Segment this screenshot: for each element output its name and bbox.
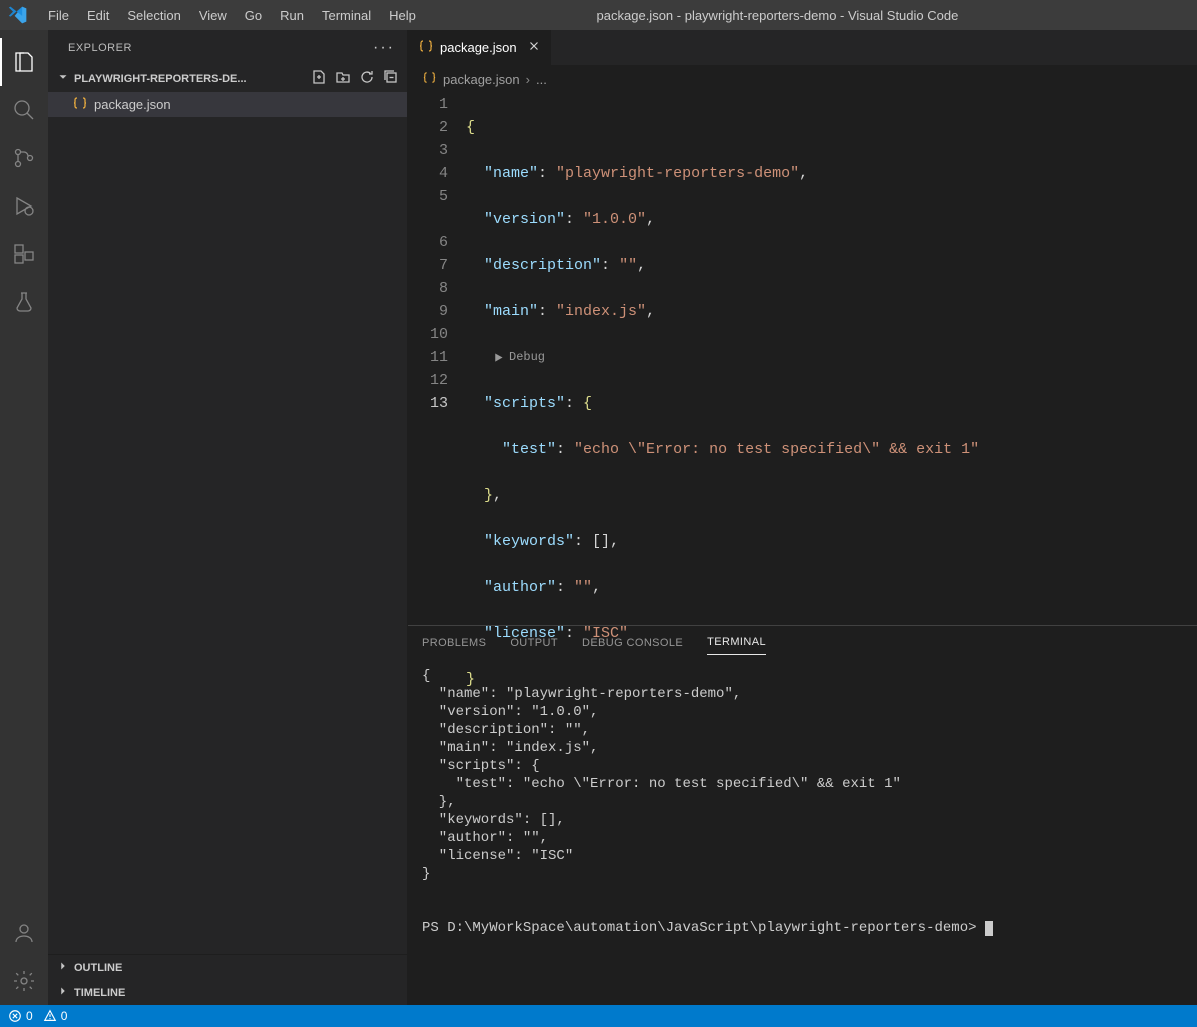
status-bar: 0 0 xyxy=(0,1005,1197,1027)
activity-settings-icon[interactable] xyxy=(0,957,48,1005)
code-editor[interactable]: 1 2 3 4 5 6 7 8 9 10 11 12 13 { "name": … xyxy=(408,93,1197,625)
status-errors[interactable]: 0 xyxy=(8,1009,33,1023)
code-content[interactable]: { "name": "playwright-reporters-demo", "… xyxy=(466,93,1197,625)
chevron-right-icon xyxy=(56,959,70,976)
json-file-icon xyxy=(422,70,437,88)
outline-section[interactable]: OUTLINE xyxy=(48,955,407,980)
breadcrumb-tail: ... xyxy=(536,72,547,87)
breadcrumb-file: package.json xyxy=(443,72,520,87)
menu-edit[interactable]: Edit xyxy=(79,4,117,27)
titlebar: File Edit Selection View Go Run Terminal… xyxy=(0,0,1197,30)
workspace-folder-name: PLAYWRIGHT-REPORTERS-DE... xyxy=(74,73,247,85)
json-file-icon xyxy=(418,38,434,57)
menu-terminal[interactable]: Terminal xyxy=(314,4,379,27)
codelens-debug[interactable]: Debug xyxy=(466,346,1197,369)
activity-explorer-icon[interactable] xyxy=(0,38,48,86)
activity-account-icon[interactable] xyxy=(0,909,48,957)
menu-help[interactable]: Help xyxy=(381,4,424,27)
chevron-down-icon xyxy=(56,70,70,87)
editor-group: package.json package.json › ... 1 2 3 4 … xyxy=(408,30,1197,1005)
menu-run[interactable]: Run xyxy=(272,4,312,27)
menu-go[interactable]: Go xyxy=(237,4,270,27)
breadcrumbs[interactable]: package.json › ... xyxy=(408,65,1197,93)
json-file-icon xyxy=(72,95,88,114)
line-gutter: 1 2 3 4 5 6 7 8 9 10 11 12 13 xyxy=(408,93,466,625)
status-warning-count: 0 xyxy=(61,1009,68,1023)
collapse-all-icon[interactable] xyxy=(383,69,399,88)
status-warnings[interactable]: 0 xyxy=(43,1009,68,1023)
activity-search-icon[interactable] xyxy=(0,86,48,134)
chevron-right-icon xyxy=(56,984,70,1001)
activity-extensions-icon[interactable] xyxy=(0,230,48,278)
vscode-logo-icon xyxy=(8,5,28,25)
outline-label: OUTLINE xyxy=(74,962,122,974)
tab-package-json[interactable]: package.json xyxy=(408,30,552,65)
explorer-title: EXPLORER xyxy=(68,42,132,54)
new-file-icon[interactable] xyxy=(311,69,327,88)
menu-view[interactable]: View xyxy=(191,4,235,27)
tab-label: package.json xyxy=(440,40,517,55)
activity-run-debug-icon[interactable] xyxy=(0,182,48,230)
activity-testing-icon[interactable] xyxy=(0,278,48,326)
file-name: package.json xyxy=(94,97,171,112)
new-folder-icon[interactable] xyxy=(335,69,351,88)
timeline-label: TIMELINE xyxy=(74,987,125,999)
terminal-cursor xyxy=(985,921,993,936)
menu-selection[interactable]: Selection xyxy=(119,4,188,27)
activity-source-control-icon[interactable] xyxy=(0,134,48,182)
file-tree-item[interactable]: package.json xyxy=(48,92,407,117)
explorer-more-icon[interactable]: ··· xyxy=(373,39,395,57)
timeline-section[interactable]: TIMELINE xyxy=(48,980,407,1005)
window-title: package.json - playwright-reporters-demo… xyxy=(426,8,1189,23)
chevron-right-icon: › xyxy=(526,72,530,87)
status-error-count: 0 xyxy=(26,1009,33,1023)
explorer-header: EXPLORER ··· xyxy=(48,30,407,65)
menu-file[interactable]: File xyxy=(40,4,77,27)
editor-tabs: package.json xyxy=(408,30,1197,65)
workspace-folder-row[interactable]: PLAYWRIGHT-REPORTERS-DE... xyxy=(48,65,407,92)
close-icon[interactable] xyxy=(527,39,541,56)
refresh-icon[interactable] xyxy=(359,69,375,88)
activity-bar xyxy=(0,30,48,1005)
sidebar-explorer: EXPLORER ··· PLAYWRIGHT-REPORTERS-DE... … xyxy=(48,30,408,1005)
